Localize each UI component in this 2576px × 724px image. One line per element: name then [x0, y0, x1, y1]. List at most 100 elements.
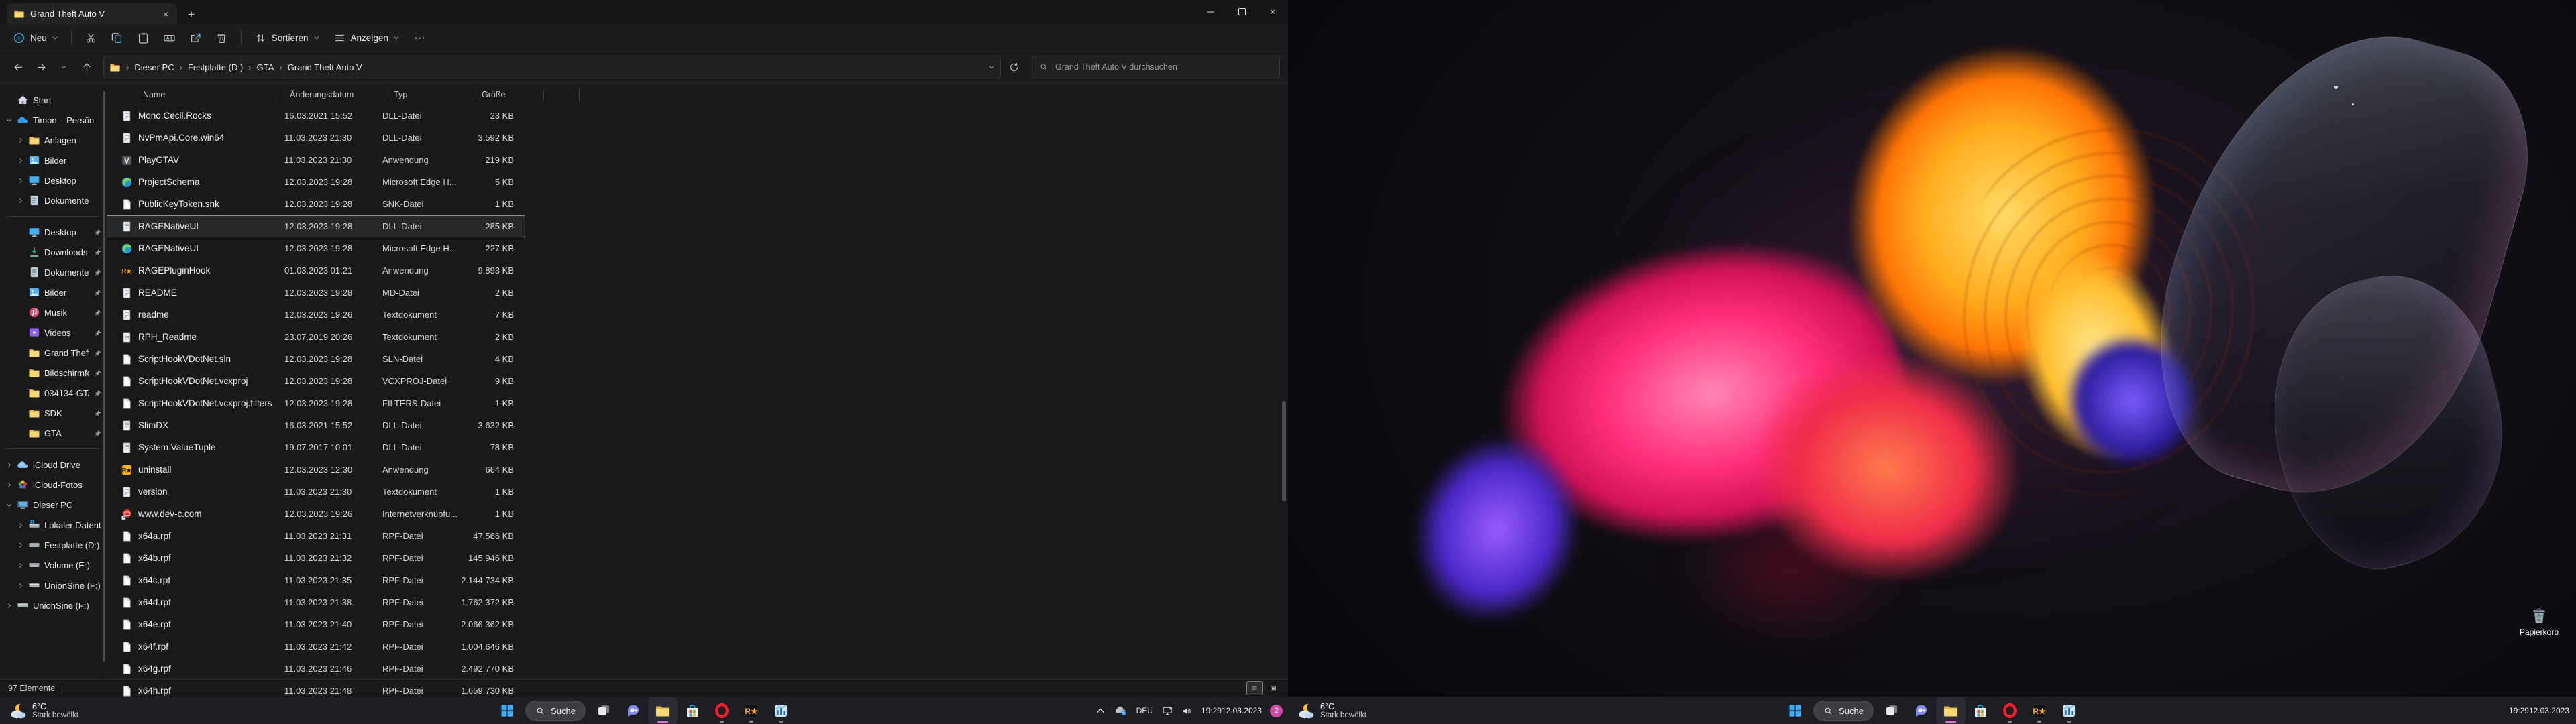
volume-button[interactable]	[1178, 700, 1196, 721]
sidebar-item-timon-pers-n[interactable]: Timon – Persön	[0, 110, 106, 130]
sidebar-item-dokumente[interactable]: Dokumente	[0, 190, 106, 210]
notification-center-button[interactable]: 2	[1267, 700, 1285, 721]
tab-close-button[interactable]: ×	[158, 7, 173, 21]
search-input[interactable]	[1054, 62, 1273, 72]
more-options-button[interactable]	[407, 27, 432, 48]
large-icons-view-button[interactable]	[1265, 681, 1281, 695]
copy-button[interactable]	[105, 27, 129, 48]
chevron-icon[interactable]	[5, 117, 13, 124]
sidebar-item-anlagen[interactable]: Anlagen	[0, 130, 106, 150]
file-row[interactable]: uninstall 12.03.2023 12:30 Anwendung 664…	[107, 459, 525, 481]
file-row[interactable]: PublicKeyToken.snk 12.03.2023 19:28 SNK-…	[107, 193, 525, 215]
file-row[interactable]: ScriptHookVDotNet.vcxproj 12.03.2023 19:…	[107, 370, 525, 392]
sidebar-item-volume-e[interactable]: Volume (E:)	[0, 555, 106, 575]
taskbar-start-button[interactable]	[492, 697, 522, 724]
file-row[interactable]: RAGEPluginHook 01.03.2023 01:21 Anwendun…	[107, 259, 525, 282]
sidebar-item-dieser-pc[interactable]: Dieser PC	[0, 495, 106, 515]
sidebar-item-grand-theft[interactable]: Grand Theft ...	[0, 343, 106, 363]
file-row[interactable]: Mono.Cecil.Rocks 16.03.2021 15:52 DLL-Da…	[107, 105, 525, 127]
share-button[interactable]	[183, 27, 208, 48]
sidebar-item-desktop[interactable]: Desktop	[0, 170, 106, 190]
taskbar-task-manager-button[interactable]	[766, 697, 796, 724]
sidebar-item-unionsine-f[interactable]: UnionSine (F:)	[0, 595, 106, 615]
taskbar-task-manager-button[interactable]	[2054, 697, 2084, 724]
file-list-scrollbar[interactable]	[1282, 106, 1286, 676]
sidebar-item-desktop[interactable]: Desktop	[0, 222, 106, 242]
chevron-icon[interactable]	[17, 562, 24, 569]
sidebar-item-icloud-drive[interactable]: iCloud Drive	[0, 455, 106, 475]
up-button[interactable]	[76, 57, 97, 77]
refresh-button[interactable]	[1004, 57, 1024, 77]
chevron-icon[interactable]	[5, 501, 13, 509]
chevron-icon[interactable]	[5, 602, 13, 609]
sidebar-item-festplatte-d[interactable]: Festplatte (D:)	[0, 535, 106, 555]
chevron-icon[interactable]	[17, 157, 24, 164]
file-row[interactable]: www.dev-c.com 12.03.2023 19:26 Internetv…	[107, 503, 525, 525]
forward-button[interactable]	[31, 57, 51, 77]
taskbar-opera-button[interactable]	[707, 697, 737, 724]
onedrive-tray-button[interactable]	[1111, 700, 1131, 721]
taskbar-start-button[interactable]	[1780, 697, 1810, 724]
taskbar-rockstar-button[interactable]	[2025, 697, 2054, 724]
chevron-icon[interactable]	[5, 481, 13, 489]
file-row[interactable]: ScriptHookVDotNet.vcxproj.filters 12.03.…	[107, 392, 525, 414]
clock[interactable]: 19:29 12.03.2023	[1197, 700, 1266, 721]
file-row[interactable]: version 11.03.2023 21:30 Textdokument 1 …	[107, 481, 525, 503]
chevron-down-icon[interactable]	[988, 64, 995, 70]
back-button[interactable]	[8, 57, 28, 77]
taskbar-explorer-button[interactable]	[648, 697, 678, 724]
minimize-button[interactable]: ─	[1195, 0, 1226, 23]
taskbar-task-view-button[interactable]	[1877, 697, 1907, 724]
file-row[interactable]: RAGENativeUI 12.03.2023 19:28 DLL-Datei …	[107, 215, 525, 237]
language-indicator[interactable]: DEU	[1132, 700, 1157, 721]
taskbar-search-button[interactable]: Suche	[1813, 701, 1874, 721]
file-row[interactable]: ScriptHookVDotNet.sln 12.03.2023 19:28 S…	[107, 348, 525, 370]
close-button[interactable]: ×	[1257, 0, 1288, 23]
taskbar-search-button[interactable]: Suche	[525, 701, 586, 721]
file-row[interactable]: x64b.rpf 11.03.2023 21:32 RPF-Datei 145.…	[107, 547, 525, 569]
sidebar-item-videos[interactable]: Videos	[0, 322, 106, 343]
file-row[interactable]: x64a.rpf 11.03.2023 21:31 RPF-Datei 47.5…	[107, 525, 525, 547]
sort-button[interactable]: Sortieren	[248, 27, 326, 48]
breadcrumb-segment[interactable]: GTA	[257, 62, 274, 72]
chevron-icon[interactable]	[17, 177, 24, 184]
file-row[interactable]: System.ValueTuple 19.07.2017 10:01 DLL-D…	[107, 436, 525, 459]
column-header-date[interactable]: Änderungsdatum	[284, 88, 388, 101]
chevron-icon[interactable]	[5, 461, 13, 469]
breadcrumb-segment[interactable]: Festplatte (D:)	[188, 62, 243, 72]
sidebar-item-dokumente[interactable]: Dokumente	[0, 262, 106, 282]
paste-button[interactable]	[131, 27, 156, 48]
breadcrumb-segment[interactable]: Dieser PC	[134, 62, 174, 72]
delete-button[interactable]	[209, 27, 234, 48]
scrollbar-thumb[interactable]	[1282, 401, 1286, 501]
sidebar-item-unionsine-f[interactable]: UnionSine (F:)	[0, 575, 106, 595]
column-header-name[interactable]: Name	[143, 88, 284, 101]
chevron-icon[interactable]	[17, 197, 24, 204]
taskbar-store-button[interactable]	[1966, 697, 1995, 724]
maximize-button[interactable]	[1226, 0, 1257, 23]
column-header-size[interactable]: Größe	[476, 88, 544, 101]
file-row[interactable]: RPH_Readme 23.07.2019 20:26 Textdokument…	[107, 326, 525, 348]
taskbar-opera-button[interactable]	[1995, 697, 2025, 724]
sidebar-item-bilder[interactable]: Bilder	[0, 150, 106, 170]
details-view-button[interactable]	[1246, 681, 1263, 695]
sidebar-item-gta[interactable]: GTA	[0, 423, 106, 443]
taskbar-chat-button[interactable]	[1907, 697, 1936, 724]
network-button[interactable]	[1159, 700, 1177, 721]
file-row[interactable]: README 12.03.2023 19:28 MD-Datei 2 KB	[107, 282, 525, 304]
explorer-tab[interactable]: Grand Theft Auto V ×	[7, 3, 177, 24]
file-row[interactable]: x64e.rpf 11.03.2023 21:40 RPF-Datei 2.06…	[107, 613, 525, 636]
chevron-icon[interactable]	[17, 137, 24, 144]
sidebar-scrollbar[interactable]	[103, 91, 105, 662]
file-row[interactable]: NvPmApi.Core.win64 11.03.2023 21:30 DLL-…	[107, 127, 525, 149]
chevron-icon[interactable]	[17, 522, 24, 529]
sidebar-item-bildschirmfo[interactable]: Bildschirmfo...	[0, 363, 106, 383]
file-row[interactable]: ProjectSchema 12.03.2023 19:28 Microsoft…	[107, 171, 525, 193]
recycle-bin[interactable]: Papierkorb	[2509, 605, 2569, 637]
column-header-type[interactable]: Typ	[388, 88, 476, 101]
chevron-icon[interactable]	[17, 542, 24, 549]
new-tab-button[interactable]: +	[181, 5, 201, 24]
sidebar-item-lokaler-datent[interactable]: Lokaler Datent...	[0, 515, 106, 535]
taskbar-rockstar-button[interactable]	[737, 697, 766, 724]
sidebar-item-bilder[interactable]: Bilder	[0, 282, 106, 302]
